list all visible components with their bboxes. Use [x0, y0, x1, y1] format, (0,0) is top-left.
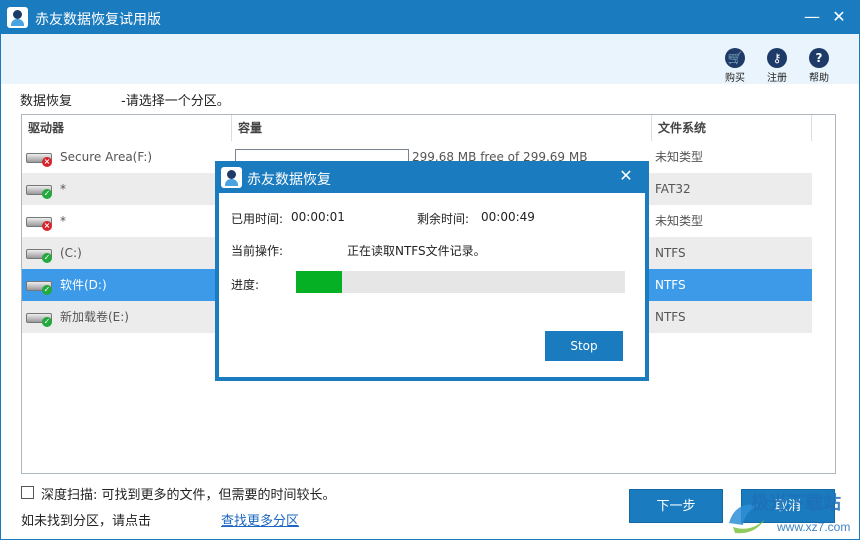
- buy-button[interactable]: 🛒 购买: [717, 48, 753, 84]
- remaining-label: 剩余时间:: [417, 212, 470, 226]
- register-label: 注册: [767, 73, 787, 84]
- error-badge-icon: ×: [42, 221, 52, 231]
- buy-label: 购买: [725, 73, 745, 84]
- drive-filesystem: NTFS: [655, 278, 686, 292]
- help-label: 帮助: [809, 73, 829, 84]
- minimize-icon[interactable]: —: [801, 6, 823, 28]
- drive-name: *: [60, 214, 66, 228]
- find-more-partitions-link[interactable]: 查找更多分区: [221, 510, 299, 529]
- operation-label: 当前操作:: [231, 244, 284, 258]
- key-icon: ⚷: [767, 48, 787, 68]
- drive-filesystem: 未知类型: [655, 150, 704, 164]
- operation-value: 正在读取NTFS文件记录。: [347, 244, 486, 258]
- drive-name: 新加载卷(E:): [60, 310, 129, 324]
- watermark: 极光下载站 www.xz7.com: [721, 483, 860, 540]
- check-badge-icon: ✓: [42, 189, 52, 199]
- not-found-text: 如未找到分区，请点击: [21, 514, 152, 529]
- watermark-url: www.xz7.com: [776, 520, 850, 534]
- help-button[interactable]: ? 帮助: [801, 48, 837, 84]
- drive-filesystem: NTFS: [655, 310, 686, 324]
- watermark-text: 极光下载站: [751, 492, 841, 513]
- drive-filesystem: FAT32: [655, 182, 691, 196]
- progress-label: 进度:: [231, 278, 260, 292]
- drive-filesystem: 未知类型: [655, 214, 704, 228]
- error-badge-icon: ×: [42, 157, 52, 167]
- column-header-capacity[interactable]: 容量: [232, 115, 652, 141]
- progress-dialog: 赤友数据恢复 ✕ 已用时间: 00:00:01 剩余时间: 00:00:49 当…: [215, 161, 649, 381]
- check-badge-icon: ✓: [42, 285, 52, 295]
- cart-icon: 🛒: [725, 48, 745, 68]
- deep-scan-checkbox[interactable]: [21, 486, 34, 499]
- page-heading: 数据恢复: [20, 94, 73, 109]
- dialog-close-icon[interactable]: ✕: [615, 165, 637, 187]
- dialog-body: 已用时间: 00:00:01 剩余时间: 00:00:49 当前操作: 正在读取…: [219, 193, 645, 377]
- elapsed-value: 00:00:01: [291, 210, 345, 224]
- register-button[interactable]: ⚷ 注册: [759, 48, 795, 84]
- hard-drive-icon: ✓: [26, 277, 54, 295]
- deep-scan-label: 深度扫描: 可找到更多的文件，但需要的时间较长。: [41, 488, 336, 503]
- drive-name: Secure Area(F:): [60, 150, 153, 164]
- drive-name: (C:): [60, 246, 82, 260]
- drive-name: 软件(D:): [60, 278, 107, 292]
- help-icon: ?: [809, 48, 829, 68]
- check-badge-icon: ✓: [42, 317, 52, 327]
- hard-drive-icon: ×: [26, 149, 54, 167]
- progress-fill: [296, 271, 343, 293]
- column-header-filesystem[interactable]: 文件系统: [652, 115, 812, 141]
- remaining-value: 00:00:49: [481, 210, 535, 224]
- dialog-title-bar: 赤友数据恢复 ✕: [215, 161, 649, 193]
- close-icon[interactable]: ✕: [828, 6, 850, 28]
- app-logo-icon: [7, 7, 28, 28]
- stop-button[interactable]: Stop: [545, 331, 623, 361]
- hard-drive-icon: ✓: [26, 245, 54, 263]
- hard-drive-icon: ✓: [26, 181, 54, 199]
- elapsed-label: 已用时间:: [231, 212, 284, 226]
- title-bar: 赤友数据恢复试用版 — ✕: [1, 1, 859, 34]
- check-badge-icon: ✓: [42, 253, 52, 263]
- drive-filesystem: NTFS: [655, 246, 686, 260]
- dialog-logo-icon: [221, 167, 242, 188]
- watermark-logo-icon: 极光下载站 www.xz7.com: [729, 492, 850, 534]
- next-button[interactable]: 下一步: [629, 489, 723, 523]
- page-instruction: -请选择一个分区。: [121, 94, 230, 109]
- dialog-title: 赤友数据恢复: [247, 172, 331, 188]
- window-title: 赤友数据恢复试用版: [35, 12, 161, 28]
- hard-drive-icon: ×: [26, 213, 54, 231]
- column-header-drive[interactable]: 驱动器: [22, 115, 232, 141]
- hard-drive-icon: ✓: [26, 309, 54, 327]
- progress-bar: [296, 271, 625, 293]
- drive-name: *: [60, 182, 66, 196]
- toolbar: 🛒 购买 ⚷ 注册 ? 帮助: [1, 34, 859, 84]
- main-window: 赤友数据恢复试用版 — ✕ 🛒 购买 ⚷ 注册 ? 帮助 数据恢复 -请选择一个…: [0, 0, 860, 540]
